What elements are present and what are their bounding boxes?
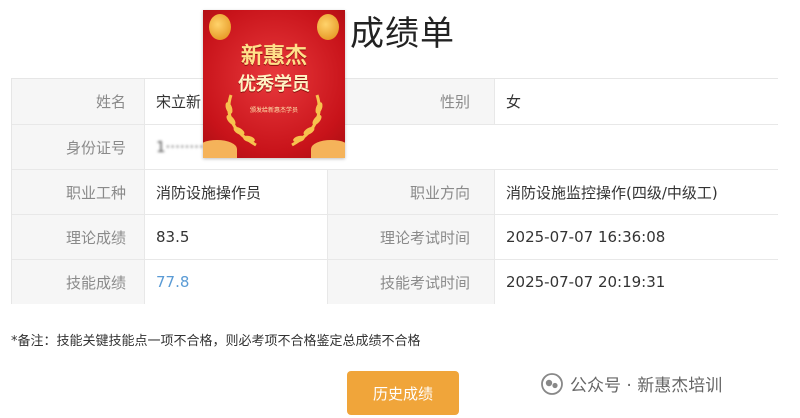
- label-occupation: 职业工种: [12, 170, 144, 214]
- label-gender: 性别: [327, 79, 494, 124]
- watermark-text: 公众号 · 新惠杰培训: [570, 376, 723, 396]
- wechat-official-account-icon: [541, 372, 563, 395]
- label-name: 姓名: [12, 79, 144, 124]
- value-direction: 消防设施监控操作(四级/中级工): [494, 170, 779, 214]
- score-table: 姓名 宋立新 性别 女 身份证号 1········ 职业工种 消防设施操作员 …: [11, 78, 779, 304]
- value-theory-exam-time: 2025-07-07 16:36:08: [494, 215, 779, 259]
- watermark: 公众号 · 新惠杰培训: [540, 371, 722, 396]
- value-occupation: 消防设施操作员: [144, 170, 327, 214]
- value-skill-score[interactable]: 77.8: [144, 260, 327, 304]
- table-row: 职业工种 消防设施操作员 职业方向 消防设施监控操作(四级/中级工): [12, 169, 779, 214]
- cloud-decoration: [203, 140, 237, 158]
- lantern-icon: [317, 14, 339, 40]
- value-skill-exam-time: 2025-07-07 20:19:31: [494, 260, 779, 304]
- table-row: 姓名 宋立新 性别 女: [12, 79, 779, 124]
- skill-score-link[interactable]: 77.8: [156, 273, 189, 291]
- label-direction: 职业方向: [327, 170, 494, 214]
- table-row: 技能成绩 77.8 技能考试时间 2025-07-07 20:19:31: [12, 259, 779, 304]
- label-theory-score: 理论成绩: [12, 215, 144, 259]
- laurel-wreath-icon: [225, 94, 323, 147]
- note-text: *备注：技能关键技能点一项不合格，则必考项不合格鉴定总成绩不合格: [11, 334, 421, 349]
- value-gender: 女: [494, 79, 779, 124]
- badge-brand: 新惠杰: [240, 43, 307, 69]
- history-scores-button[interactable]: 历史成绩: [347, 371, 459, 415]
- cloud-decoration: [311, 140, 345, 158]
- label-skill-exam-time: 技能考试时间: [327, 260, 494, 304]
- lantern-icon: [209, 14, 231, 40]
- excellent-student-badge: 新惠杰 优秀学员 颁发给新惠杰学员: [203, 10, 345, 158]
- page-title: 成绩单: [350, 14, 455, 54]
- label-theory-exam-time: 理论考试时间: [327, 215, 494, 259]
- table-row: 理论成绩 83.5 理论考试时间 2025-07-07 16:36:08: [12, 214, 779, 259]
- value-theory-score: 83.5: [144, 215, 327, 259]
- label-skill-score: 技能成绩: [12, 260, 144, 304]
- table-row: 身份证号 1········: [12, 124, 779, 169]
- label-id-number: 身份证号: [12, 125, 144, 169]
